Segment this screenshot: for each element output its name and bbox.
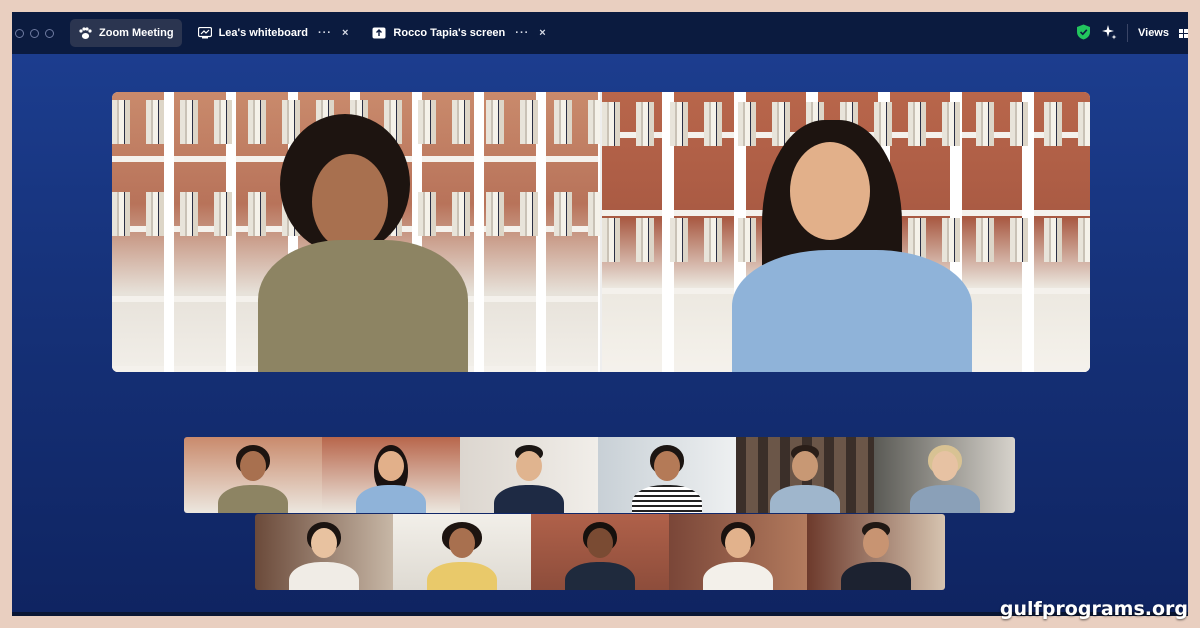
thumbnail-video[interactable]	[669, 514, 807, 590]
thumbnail-video[interactable]	[184, 437, 322, 513]
minimize-window-button[interactable]	[30, 28, 39, 38]
thumbnail-video[interactable]	[874, 437, 1015, 513]
tab-zoom-meeting[interactable]: Zoom Meeting	[70, 19, 182, 47]
tab-close-icon[interactable]: ×	[342, 27, 348, 39]
whiteboard-icon	[197, 27, 212, 39]
tab-rocco-tapia-screen[interactable]: Rocco Tapia's screen ··· ×	[364, 19, 553, 47]
title-bar: Zoom Meeting Lea's whiteboard ··· × Rocc…	[12, 12, 1188, 54]
thumbnail-video[interactable]	[736, 437, 874, 513]
watermark-text: gulfprograms.org	[999, 598, 1188, 620]
window-controls	[15, 28, 54, 38]
thumbnail-video[interactable]	[807, 514, 945, 590]
grid-view-icon[interactable]	[1179, 28, 1188, 38]
tab-label: Lea's whiteboard	[218, 27, 308, 39]
main-video-stage	[112, 92, 1090, 372]
share-screen-icon	[372, 27, 386, 39]
tab-more-icon[interactable]: ···	[515, 27, 529, 39]
views-label[interactable]: Views	[1138, 27, 1169, 39]
shield-icon[interactable]	[1076, 24, 1091, 43]
zoom-window: Zoom Meeting Lea's whiteboard ··· × Rocc…	[12, 12, 1188, 616]
right-toolbar: Views	[1076, 12, 1188, 54]
gallery-row-top	[184, 437, 1015, 513]
thumbnail-video[interactable]	[460, 437, 598, 513]
thumbnail-video[interactable]	[393, 514, 531, 590]
tab-more-icon[interactable]: ···	[318, 27, 332, 39]
paw-icon	[78, 26, 92, 40]
video-tile-left[interactable]	[112, 92, 600, 372]
video-tile-right[interactable]	[602, 92, 1090, 372]
close-window-button[interactable]	[15, 28, 24, 38]
thumbnail-video[interactable]	[598, 437, 736, 513]
gallery-row-bottom	[255, 514, 945, 590]
maximize-window-button[interactable]	[45, 28, 54, 38]
tab-label: Zoom Meeting	[99, 27, 174, 39]
sparkle-icon[interactable]	[1101, 24, 1117, 43]
tab-leas-whiteboard[interactable]: Lea's whiteboard ··· ×	[190, 19, 357, 47]
toolbar-divider	[1127, 24, 1128, 42]
thumbnail-video[interactable]	[255, 514, 393, 590]
tab-label: Rocco Tapia's screen	[393, 27, 506, 39]
thumbnail-video[interactable]	[322, 437, 460, 513]
thumbnail-video[interactable]	[531, 514, 669, 590]
tab-close-icon[interactable]: ×	[539, 27, 545, 39]
